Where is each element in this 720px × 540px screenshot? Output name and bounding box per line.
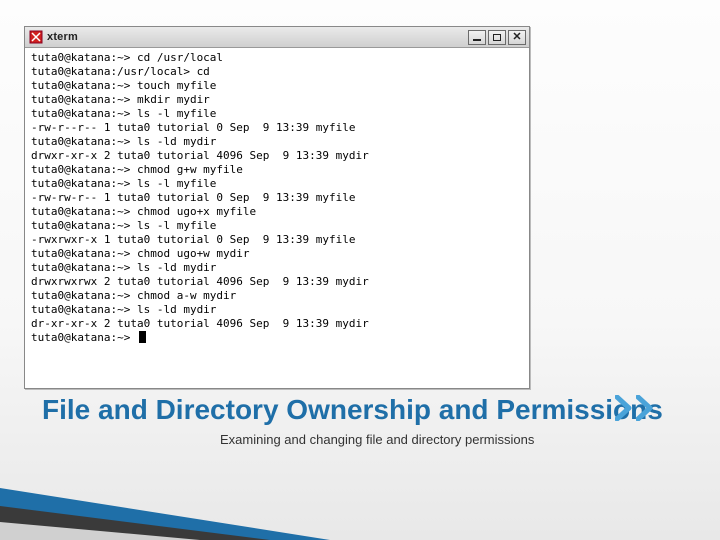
terminal-line: drwxr-xr-x 2 tuta0 tutorial 4096 Sep 9 1… [31, 149, 523, 163]
terminal-line: tuta0@katana:~> chmod ugo+w mydir [31, 247, 523, 261]
terminal-line: tuta0@katana:~> mkdir mydir [31, 93, 523, 107]
terminal-body[interactable]: tuta0@katana:~> cd /usr/localtuta0@katan… [25, 48, 529, 388]
terminal-line: tuta0@katana:~> ls -ld mydir [31, 303, 523, 317]
terminal-line: -rw-r--r-- 1 tuta0 tutorial 0 Sep 9 13:3… [31, 121, 523, 135]
terminal-line: tuta0@katana:~> chmod ugo+x myfile [31, 205, 523, 219]
terminal-line: tuta0@katana:~> ls -l myfile [31, 177, 523, 191]
minimize-button[interactable] [468, 30, 486, 45]
slide-title: File and Directory Ownership and Permiss… [42, 394, 663, 426]
chevron-decoration [615, 395, 654, 421]
terminal-line: tuta0@katana:~> cd /usr/local [31, 51, 523, 65]
terminal-line: tuta0@katana:~> ls -ld mydir [31, 261, 523, 275]
maximize-button[interactable] [488, 30, 506, 45]
terminal-line: tuta0@katana:/usr/local> cd [31, 65, 523, 79]
terminal-line: -rw-rw-r-- 1 tuta0 tutorial 0 Sep 9 13:3… [31, 191, 523, 205]
terminal-line: drwxrwxrwx 2 tuta0 tutorial 4096 Sep 9 1… [31, 275, 523, 289]
terminal-cursor [139, 331, 146, 343]
terminal-line: tuta0@katana:~> touch myfile [31, 79, 523, 93]
terminal-line: dr-xr-xr-x 2 tuta0 tutorial 4096 Sep 9 1… [31, 317, 523, 331]
terminal-line: tuta0@katana:~> chmod g+w myfile [31, 163, 523, 177]
slide-accent [0, 470, 720, 540]
xterm-window: xterm ✕ tuta0@katana:~> cd /usr/localtut… [24, 26, 530, 389]
terminal-line: tuta0@katana:~> chmod a-w mydir [31, 289, 523, 303]
slide-subtitle: Examining and changing file and director… [220, 432, 534, 447]
terminal-line: tuta0@katana:~> ls -l myfile [31, 219, 523, 233]
window-title: xterm [47, 31, 78, 43]
close-button[interactable]: ✕ [508, 30, 526, 45]
window-titlebar[interactable]: xterm ✕ [25, 27, 529, 48]
terminal-line: tuta0@katana:~> ls -l myfile [31, 107, 523, 121]
terminal-line: -rwxrwxr-x 1 tuta0 tutorial 0 Sep 9 13:3… [31, 233, 523, 247]
xterm-icon [29, 30, 43, 44]
terminal-line: tuta0@katana:~> ls -ld mydir [31, 135, 523, 149]
terminal-line: tuta0@katana:~> [31, 331, 523, 345]
